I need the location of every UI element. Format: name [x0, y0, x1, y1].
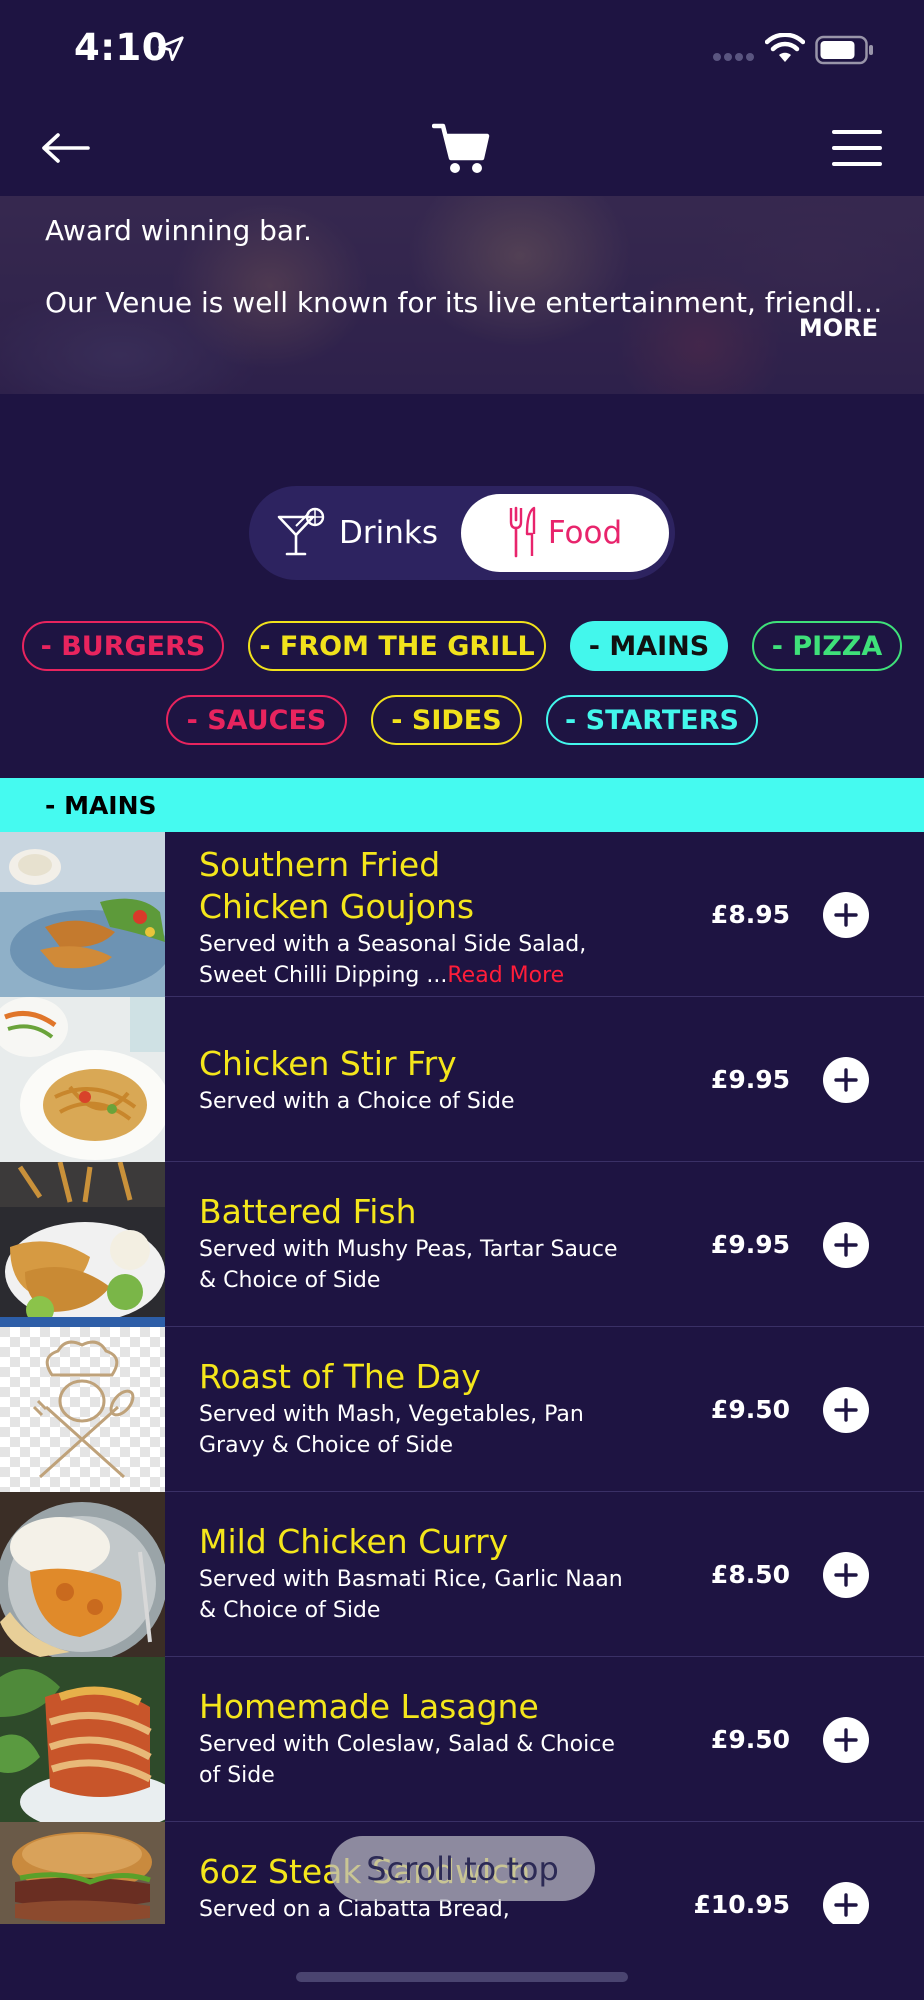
- category-chip-mains[interactable]: - MAINS: [570, 621, 728, 671]
- plus-icon: [834, 1233, 858, 1257]
- item-text: Mild Chicken Curry Served with Basmati R…: [199, 1521, 649, 1625]
- hamburger-menu-button[interactable]: [830, 124, 884, 172]
- cellular-signal-icon: [713, 53, 754, 61]
- plus-icon: [834, 1398, 858, 1422]
- food-tab[interactable]: Food: [461, 494, 669, 572]
- item-photo-battered-fish: [0, 1162, 165, 1327]
- back-button[interactable]: [40, 124, 92, 172]
- item-name: Roast of The Day: [199, 1357, 481, 1396]
- add-to-cart-button[interactable]: [823, 892, 869, 938]
- cart-button[interactable]: [431, 120, 490, 176]
- item-name: Battered Fish: [199, 1192, 417, 1231]
- item-price: £9.95: [710, 1065, 790, 1094]
- plus-icon: [834, 1893, 858, 1917]
- item-price: £8.95: [710, 900, 790, 929]
- nav-bar: [0, 100, 924, 196]
- wifi-icon: [765, 33, 805, 62]
- item-description: Served with a Choice of Side: [199, 1089, 515, 1114]
- item-photo-chicken-goujons: [0, 832, 165, 997]
- hamburger-menu-icon: [832, 130, 882, 166]
- add-to-cart-button[interactable]: [823, 1717, 869, 1763]
- category-chip-from-the-grill[interactable]: - FROM THE GRILL: [248, 621, 546, 671]
- item-name: Chicken Stir Fry: [199, 1044, 457, 1083]
- item-description-line2: & Choice of Side: [199, 1268, 381, 1293]
- add-to-cart-button[interactable]: [823, 1057, 869, 1103]
- item-price: £9.95: [710, 1230, 790, 1259]
- item-description-line2: Sweet Chilli Dipping ...Read More: [199, 961, 649, 990]
- location-arrow-icon: [158, 36, 184, 61]
- category-chip-sides[interactable]: - SIDES: [371, 695, 522, 745]
- item-description: Served with a Seasonal Side Salad,: [199, 932, 587, 957]
- cocktail-glass-icon: [277, 507, 325, 556]
- item-description: Served with Mash, Vegetables, Pan: [199, 1402, 584, 1427]
- item-text: Southern Fried Chicken Goujons Served wi…: [199, 844, 649, 990]
- drinks-tab[interactable]: Drinks: [275, 486, 438, 580]
- menu-item-roast-of-the-day[interactable]: Roast of The Day Served with Mash, Veget…: [0, 1327, 924, 1492]
- plus-icon: [834, 1068, 858, 1092]
- menu-item-southern-fried-chicken-goujons[interactable]: Southern Fried Chicken Goujons Served wi…: [0, 832, 924, 997]
- item-name: Homemade Lasagne: [199, 1687, 539, 1726]
- item-photo-steak-sandwich: [0, 1822, 165, 1924]
- item-name-line2: Chicken Goujons: [199, 887, 475, 926]
- menu-item-battered-fish[interactable]: Battered Fish Served with Mushy Peas, Ta…: [0, 1162, 924, 1327]
- cutlery-icon: [509, 506, 536, 558]
- item-price: £9.50: [710, 1725, 790, 1754]
- food-label: Food: [547, 515, 623, 551]
- plus-icon: [834, 1728, 858, 1752]
- item-text: Chicken Stir Fry Served with a Choice of…: [199, 1043, 649, 1116]
- item-name: Southern Fried: [199, 845, 441, 884]
- bottom-safe-area: [0, 1924, 924, 2000]
- item-price: £8.50: [710, 1560, 790, 1589]
- item-photo-lasagne: [0, 1657, 165, 1822]
- item-description-line2: & Choice of Side: [199, 1598, 381, 1623]
- battery-icon: [815, 35, 873, 65]
- category-chip-burgers[interactable]: - BURGERS: [22, 621, 224, 671]
- category-chip-starters[interactable]: - STARTERS: [546, 695, 758, 745]
- item-name: Mild Chicken Curry: [199, 1522, 509, 1561]
- menu-item-mild-chicken-curry[interactable]: Mild Chicken Curry Served with Basmati R…: [0, 1492, 924, 1657]
- status-bar: 4:10: [0, 0, 924, 100]
- add-to-cart-button[interactable]: [823, 1552, 869, 1598]
- item-photo-chef-placeholder: [0, 1327, 165, 1492]
- item-text: Homemade Lasagne Served with Coleslaw, S…: [199, 1686, 649, 1790]
- add-to-cart-button[interactable]: [823, 1882, 869, 1924]
- item-description: Served with Coleslaw, Salad & Choice: [199, 1732, 615, 1757]
- scroll-to-top-button[interactable]: Scroll to top: [330, 1836, 595, 1901]
- status-time: 4:10: [74, 26, 169, 69]
- item-description-text: Sweet Chilli Dipping ...: [199, 963, 448, 988]
- item-text: Battered Fish Served with Mushy Peas, Ta…: [199, 1191, 649, 1295]
- section-header-mains: - MAINS: [0, 778, 924, 832]
- item-description: Served with Mushy Peas, Tartar Sauce: [199, 1237, 618, 1262]
- item-photo-chicken-curry: [0, 1492, 165, 1657]
- drinks-food-toggle: Drinks Food: [249, 486, 675, 580]
- add-to-cart-button[interactable]: [823, 1222, 869, 1268]
- more-link[interactable]: MORE: [799, 314, 878, 342]
- shopping-cart-icon: [431, 123, 490, 173]
- category-chip-sauces[interactable]: - SAUCES: [166, 695, 347, 745]
- item-description-line2: Gravy & Choice of Side: [199, 1433, 454, 1458]
- venue-description-line2: Our Venue is well known for its live ent…: [45, 286, 885, 319]
- menu-item-homemade-lasagne[interactable]: Homemade Lasagne Served with Coleslaw, S…: [0, 1657, 924, 1822]
- item-text: Roast of The Day Served with Mash, Veget…: [199, 1356, 649, 1460]
- venue-description-line1: Award winning bar.: [45, 214, 312, 247]
- plus-icon: [834, 903, 858, 927]
- add-to-cart-button[interactable]: [823, 1387, 869, 1433]
- menu-item-list: Southern Fried Chicken Goujons Served wi…: [0, 832, 924, 1924]
- item-price: £9.50: [710, 1395, 790, 1424]
- drinks-label: Drinks: [339, 515, 438, 551]
- item-description: Served with Basmati Rice, Garlic Naan: [199, 1567, 623, 1592]
- category-chip-pizza[interactable]: - PIZZA: [752, 621, 902, 671]
- venue-banner: Award winning bar. Our Venue is well kno…: [0, 196, 924, 394]
- item-price: £10.95: [693, 1890, 790, 1919]
- menu-item-chicken-stir-fry[interactable]: Chicken Stir Fry Served with a Choice of…: [0, 997, 924, 1162]
- item-description-line2: of Side: [199, 1763, 275, 1788]
- plus-icon: [834, 1563, 858, 1587]
- back-arrow-icon: [42, 133, 90, 163]
- read-more-link[interactable]: Read More: [447, 963, 564, 988]
- item-photo-chicken-stir-fry: [0, 997, 165, 1162]
- home-indicator[interactable]: [296, 1972, 628, 1982]
